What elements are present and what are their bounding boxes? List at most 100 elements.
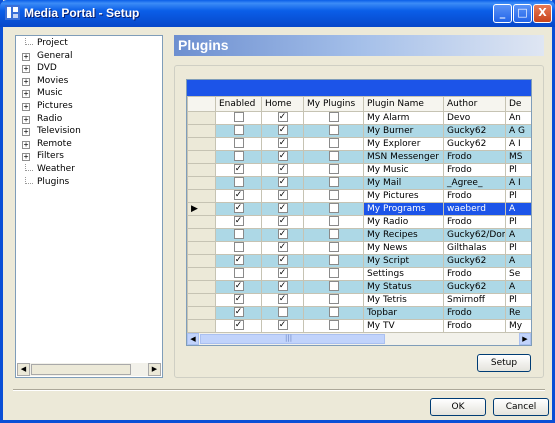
checkbox[interactable]: [328, 268, 339, 279]
table-row[interactable]: ✓ ✓ My Radio Frodo Pl: [187, 215, 531, 229]
plugins-grid[interactable]: Enabled Home My Plugins Plugin Name Author De…: [186, 79, 532, 346]
table-row[interactable]: ✓ My Alarm Devo An: [187, 111, 531, 125]
checkbox[interactable]: [233, 229, 244, 240]
checkbox[interactable]: [328, 307, 339, 318]
scroll-thumb[interactable]: [31, 364, 131, 375]
expand-icon[interactable]: +: [22, 140, 30, 149]
scroll-left-icon[interactable]: ◀: [187, 333, 199, 345]
checkbox[interactable]: ✓: [277, 190, 288, 201]
checkbox[interactable]: [328, 151, 339, 162]
row-header[interactable]: [187, 241, 216, 255]
expand-icon[interactable]: +: [22, 115, 30, 124]
checkbox[interactable]: ✓: [277, 294, 288, 305]
table-row[interactable]: ✓ ✓ My TV Frodo My: [187, 319, 531, 333]
scroll-right-icon[interactable]: ▶: [148, 363, 161, 376]
row-header[interactable]: [187, 215, 216, 229]
column-header[interactable]: Author: [443, 96, 506, 112]
checkbox[interactable]: ✓: [277, 268, 288, 279]
row-header[interactable]: [187, 228, 216, 242]
checkbox[interactable]: [328, 216, 339, 227]
checkbox[interactable]: ✓: [277, 112, 288, 123]
table-row[interactable]: ✓ My News Gilthalas Pl: [187, 241, 531, 255]
cancel-button[interactable]: Cancel: [493, 398, 549, 416]
expand-icon[interactable]: +: [22, 128, 30, 137]
scroll-left-icon[interactable]: ◀: [17, 363, 30, 376]
checkbox[interactable]: [328, 255, 339, 266]
checkbox[interactable]: [328, 164, 339, 175]
column-header[interactable]: Enabled: [215, 96, 262, 112]
table-row[interactable]: ✓ ✓ My Status Gucky62 A: [187, 280, 531, 294]
row-header[interactable]: [187, 111, 216, 125]
checkbox[interactable]: ✓: [277, 320, 288, 331]
scroll-right-icon[interactable]: ▶: [519, 333, 531, 345]
checkbox[interactable]: ✓: [233, 216, 244, 227]
table-row[interactable]: ✓ MSN Messenger Frodo MS: [187, 150, 531, 164]
checkbox[interactable]: [328, 320, 339, 331]
checkbox[interactable]: ✓: [233, 281, 244, 292]
column-header[interactable]: Plugin Name: [363, 96, 444, 112]
checkbox[interactable]: ✓: [277, 203, 288, 214]
expand-icon[interactable]: +: [22, 52, 30, 61]
checkbox[interactable]: [328, 229, 339, 240]
checkbox[interactable]: ✓: [233, 307, 244, 318]
checkbox[interactable]: [328, 177, 339, 188]
row-header[interactable]: [187, 150, 216, 164]
row-header[interactable]: ▶: [187, 202, 216, 216]
table-row[interactable]: ✓ My Burner Gucky62 A G: [187, 124, 531, 138]
checkbox[interactable]: [328, 190, 339, 201]
checkbox[interactable]: ✓: [233, 255, 244, 266]
row-header[interactable]: [187, 319, 216, 333]
row-header[interactable]: [187, 306, 216, 320]
checkbox[interactable]: [328, 112, 339, 123]
checkbox[interactable]: ✓: [233, 203, 244, 214]
settings-tree[interactable]: Project + General + DVD + Movies + Music + Picture…: [15, 35, 163, 378]
table-row[interactable]: ✓ Settings Frodo Se: [187, 267, 531, 281]
checkbox[interactable]: [233, 125, 244, 136]
checkbox[interactable]: [233, 268, 244, 279]
table-row[interactable]: ✓ Topbar Frodo Re: [187, 306, 531, 320]
row-header[interactable]: [187, 293, 216, 307]
checkbox[interactable]: ✓: [277, 125, 288, 136]
close-button[interactable]: X: [533, 4, 552, 23]
expand-icon[interactable]: +: [22, 102, 30, 111]
expand-icon[interactable]: +: [22, 90, 30, 99]
row-header[interactable]: [187, 137, 216, 151]
table-row[interactable]: ✓ My Mail _Agree_ A I: [187, 176, 531, 190]
checkbox[interactable]: [233, 242, 244, 253]
checkbox[interactable]: ✓: [277, 255, 288, 266]
row-header[interactable]: [187, 280, 216, 294]
column-header[interactable]: De: [505, 96, 531, 112]
checkbox[interactable]: [233, 177, 244, 188]
checkbox[interactable]: ✓: [233, 164, 244, 175]
table-row[interactable]: ✓ ✓ My Script Gucky62 A: [187, 254, 531, 268]
grid-horizontal-scrollbar[interactable]: ◀ ||| ▶: [187, 333, 531, 345]
row-header[interactable]: [187, 189, 216, 203]
checkbox[interactable]: ✓: [233, 320, 244, 331]
table-row[interactable]: ▶ ✓ ✓ My Programs waeberd A: [187, 202, 531, 216]
expand-icon[interactable]: +: [22, 153, 30, 162]
checkbox[interactable]: [328, 125, 339, 136]
checkbox[interactable]: [233, 138, 244, 149]
maximize-button[interactable]: □: [513, 4, 532, 23]
checkbox[interactable]: [233, 112, 244, 123]
row-header[interactable]: [187, 176, 216, 190]
checkbox[interactable]: ✓: [277, 242, 288, 253]
checkbox[interactable]: [328, 281, 339, 292]
checkbox[interactable]: ✓: [277, 151, 288, 162]
checkbox[interactable]: ✓: [233, 294, 244, 305]
tree-horizontal-scrollbar[interactable]: ◀ ▶: [17, 363, 161, 376]
checkbox[interactable]: ✓: [277, 177, 288, 188]
table-row[interactable]: ✓ ✓ My Pictures Frodo Pl: [187, 189, 531, 203]
checkbox[interactable]: ✓: [277, 138, 288, 149]
table-row[interactable]: ✓ ✓ My Music Frodo Pl: [187, 163, 531, 177]
table-row[interactable]: ✓ My Explorer Gucky62 A I: [187, 137, 531, 151]
row-header[interactable]: [187, 124, 216, 138]
checkbox[interactable]: [328, 294, 339, 305]
checkbox[interactable]: [233, 151, 244, 162]
checkbox[interactable]: ✓: [277, 281, 288, 292]
column-header[interactable]: My Plugins: [303, 96, 364, 112]
row-header[interactable]: [187, 267, 216, 281]
expand-icon[interactable]: +: [22, 65, 30, 74]
checkbox[interactable]: [328, 242, 339, 253]
ok-button[interactable]: OK: [430, 398, 486, 416]
